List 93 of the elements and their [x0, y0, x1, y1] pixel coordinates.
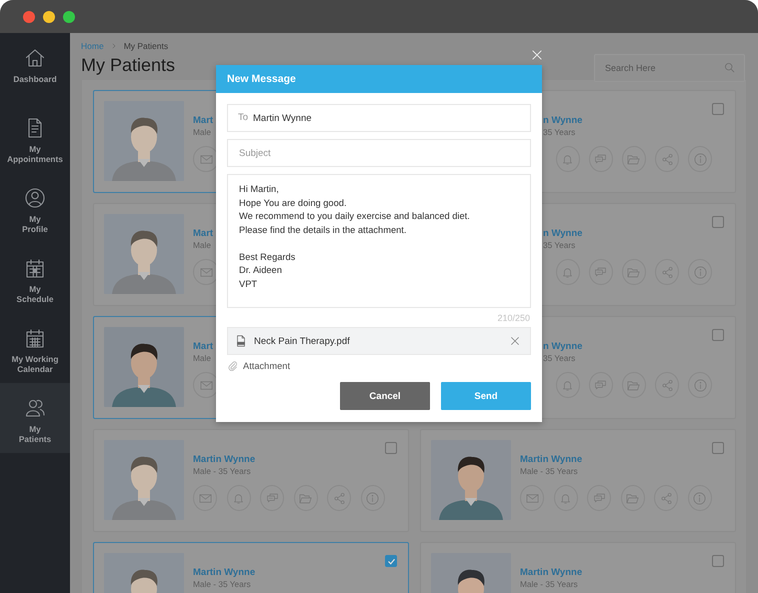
patient-name[interactable]: n Wynne: [543, 228, 582, 240]
chat-button[interactable]: [587, 485, 612, 511]
patient-details: Male - 35 Years: [193, 466, 251, 477]
patient-name[interactable]: Mart: [193, 115, 214, 127]
cancel-button[interactable]: Cancel: [340, 382, 430, 410]
folder-button[interactable]: [620, 485, 645, 511]
patient-details: Male: [193, 353, 211, 364]
page-title: My Patients: [81, 55, 176, 76]
chat-button[interactable]: [589, 259, 613, 285]
search-icon[interactable]: [723, 61, 736, 74]
folder-button[interactable]: [622, 146, 646, 172]
share-icon: [660, 378, 675, 392]
folder-button[interactable]: [622, 259, 646, 285]
sidebar-item[interactable]: My Appointments: [0, 103, 70, 173]
bell-button[interactable]: [554, 485, 578, 511]
chat-button[interactable]: [589, 146, 613, 172]
patient-name[interactable]: n Wynne: [543, 115, 582, 127]
chat-button[interactable]: [589, 372, 613, 398]
patient-details: Male - 35 Years: [520, 466, 578, 477]
patient-name[interactable]: Martin Wynne: [193, 454, 256, 466]
info-button[interactable]: [688, 259, 712, 285]
checkbox[interactable]: [385, 555, 397, 567]
folder-button[interactable]: [294, 485, 318, 511]
patient-name[interactable]: Martin Wynne: [520, 454, 582, 466]
close-icon[interactable]: [509, 335, 521, 347]
share-button[interactable]: [655, 146, 679, 172]
patient-details: Male: [193, 127, 211, 138]
dialog-title: New Message: [216, 65, 542, 93]
info-icon: [692, 152, 708, 166]
patient-name[interactable]: Mart: [193, 228, 214, 240]
share-icon: [658, 490, 674, 506]
window-button[interactable]: [23, 10, 35, 22]
subject-field[interactable]: Subject: [227, 139, 531, 167]
patient-details: Male: [193, 240, 211, 251]
window-button[interactable]: [63, 10, 75, 22]
bell-button[interactable]: [556, 372, 580, 398]
info-button[interactable]: [688, 146, 712, 172]
patient-details: Male - 35 Years: [520, 579, 578, 590]
checkbox[interactable]: [712, 555, 724, 567]
share-icon: [332, 490, 347, 506]
field-label: To: [238, 112, 248, 124]
sidebar-item[interactable]: My Patients: [0, 383, 70, 453]
share-button[interactable]: [655, 259, 679, 285]
patient-details: 35 Years: [543, 240, 576, 251]
sidebar-item[interactable]: My Working Calendar: [0, 313, 70, 383]
patient-details: 35 Years: [543, 353, 576, 364]
patient-name[interactable]: Martin Wynne: [193, 567, 256, 579]
share-button[interactable]: [654, 485, 678, 511]
attachment-link[interactable]: Attachment: [227, 360, 290, 372]
info-button[interactable]: [688, 485, 712, 511]
info-icon: [692, 490, 708, 506]
info-icon: [692, 264, 708, 280]
window-button[interactable]: [43, 10, 55, 22]
patient-card[interactable]: Martin Wynne Male - 35 Years: [420, 542, 736, 593]
patient-details: Male - 35 Years: [193, 579, 251, 590]
share-button[interactable]: [655, 372, 679, 398]
patient-name[interactable]: Martin Wynne: [520, 567, 582, 579]
bell-button[interactable]: [556, 259, 580, 285]
paperclip-icon: [227, 360, 239, 372]
checkbox[interactable]: [712, 329, 724, 341]
sidebar-item[interactable]: Dashboard: [0, 33, 70, 103]
file-name: Neck Pain Therapy.pdf: [254, 336, 351, 346]
patient-details: 35 Years: [543, 127, 576, 138]
info-button[interactable]: [688, 372, 712, 398]
info-icon: [692, 378, 708, 392]
patient-name[interactable]: n Wynne: [543, 341, 582, 353]
share-icon: [660, 152, 675, 166]
patient-card[interactable]: Martin Wynne Male - 35 Years: [93, 542, 409, 593]
folder-button[interactable]: [622, 372, 646, 398]
checkbox[interactable]: [385, 442, 397, 454]
user-icon: [23, 186, 47, 210]
checkbox[interactable]: [712, 216, 724, 228]
patient-card[interactable]: Martin Wynne Male - 35 Years: [93, 429, 409, 532]
bell-button[interactable]: [556, 146, 580, 172]
chat-button[interactable]: [260, 485, 284, 511]
close-icon[interactable]: [530, 48, 544, 62]
sidebar-item[interactable]: My Profile: [0, 173, 70, 243]
breadcrumb-current: My Patients: [124, 41, 168, 51]
file-icon: [234, 334, 248, 348]
breadcrumb-link[interactable]: Home: [81, 41, 104, 51]
checkbox[interactable]: [712, 442, 724, 454]
info-button[interactable]: [360, 485, 385, 511]
search-field[interactable]: Search Here: [594, 54, 745, 82]
checkbox[interactable]: [712, 103, 724, 115]
patient-name[interactable]: Mart: [193, 341, 214, 353]
share-button[interactable]: [327, 485, 352, 511]
message-field[interactable]: Hi Martin, Hope You are doing good. We recommend to you daily exercise and balanced diet. Please find the details in the attachment. Best Regards Dr. Aideen VPT: [227, 174, 531, 308]
share-icon: [660, 264, 675, 280]
bell-button[interactable]: [226, 485, 251, 511]
info-icon: [365, 490, 380, 506]
sidebar-item[interactable]: My Schedule: [0, 243, 70, 313]
send-button[interactable]: Send: [441, 382, 531, 410]
patient-card[interactable]: Martin Wynne Male - 35 Years: [420, 429, 736, 532]
